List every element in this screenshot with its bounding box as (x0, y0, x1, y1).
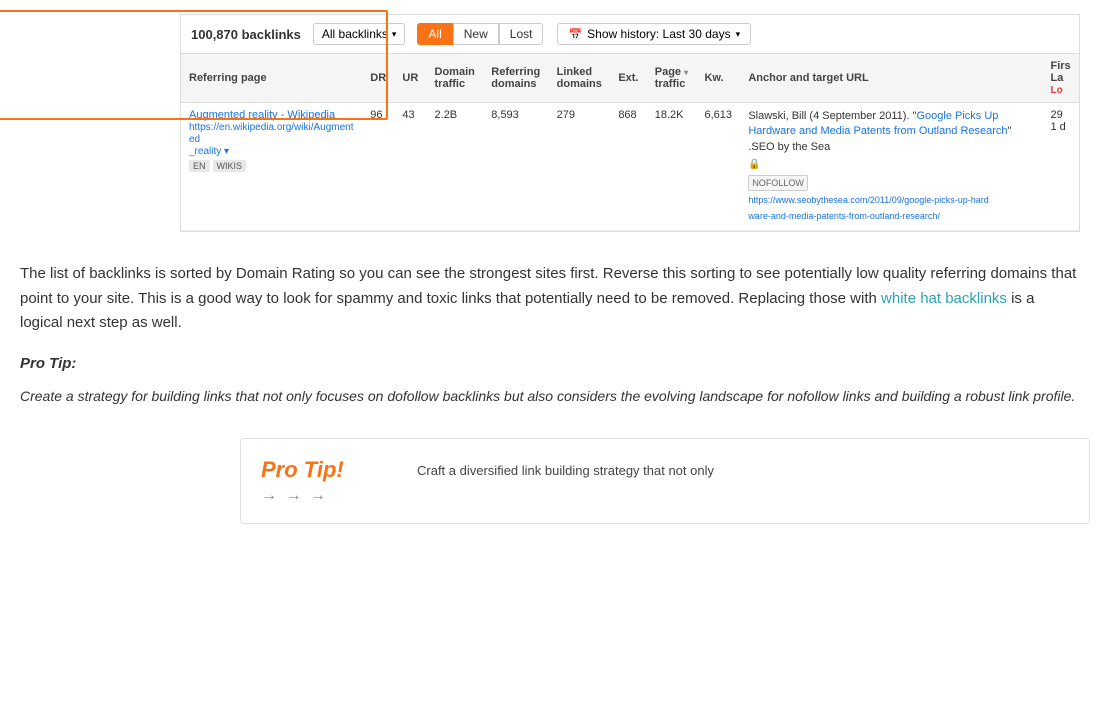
first-seen-value: 29 (1050, 109, 1071, 121)
pro-tip-card-arrows: → → → (261, 487, 401, 505)
all-backlinks-label: All backlinks (322, 27, 388, 41)
pro-tip-body: Create a strategy for building links tha… (20, 385, 1080, 408)
col-dr[interactable]: DR (362, 54, 394, 103)
col-domain-traffic[interactable]: Domaintraffic (427, 54, 484, 103)
ext-value: 868 (610, 103, 646, 231)
col-page-traffic[interactable]: Page ▾traffic (647, 54, 697, 103)
tab-all[interactable]: All (417, 23, 452, 45)
dr-value: 96 (362, 103, 394, 231)
col-first-last: FirsLaLo (1042, 54, 1079, 103)
white-hat-backlinks-link[interactable]: white hat backlinks (881, 290, 1007, 307)
page-traffic-value: 18.2K (647, 103, 697, 231)
anchor-url-link[interactable]: https://www.seobythesea.com/2011/09/goog… (748, 195, 988, 220)
pro-tip-label: Pro Tip: (20, 352, 1080, 377)
referring-domains-value: 8,593 (483, 103, 548, 231)
table-toolbar: 100,870 backlinks All backlinks ▾ All Ne… (181, 15, 1079, 54)
highlight-container: This is a good way to look for spammy an… (20, 290, 1034, 332)
backlink-count: 100,870 backlinks (191, 27, 301, 42)
anchor-cell: Slawski, Bill (4 September 2011). "Googl… (740, 103, 1042, 231)
col-kw: Kw. (696, 54, 740, 103)
col-ext: Ext. (610, 54, 646, 103)
backlinks-data-table: Referring page DR UR Domaintraffic Refer… (181, 54, 1079, 231)
chevron-down-icon: ▾ (392, 29, 397, 40)
first-last-cell: 29 1 d (1042, 103, 1079, 231)
history-label: Show history: Last 30 days (587, 27, 730, 41)
main-paragraph: The list of backlinks is sorted by Domai… (20, 262, 1080, 336)
body-text-section: The list of backlinks is sorted by Domai… (0, 232, 1100, 428)
pro-tip-card-left: Pro Tip! → → → (261, 457, 401, 505)
domain-traffic-value: 2.2B (427, 103, 484, 231)
last-seen-value: 1 d (1050, 121, 1071, 133)
referring-page-url-link[interactable]: https://en.wikipedia.org/wiki/Augmented_… (189, 122, 354, 157)
tag-en: EN (189, 160, 210, 172)
col-referring-page: Referring page (181, 54, 362, 103)
tag-group: EN WIKIS (189, 160, 354, 172)
tab-lost[interactable]: Lost (499, 23, 544, 45)
col-ur: UR (394, 54, 426, 103)
backlinks-table-section: 100,870 backlinks All backlinks ▾ All Ne… (180, 14, 1080, 232)
nofollow-badge: NOFOLLOW (748, 175, 808, 192)
history-chevron-icon: ▾ (736, 29, 741, 40)
anchor-icon: 🔒 (748, 159, 760, 170)
all-backlinks-dropdown[interactable]: All backlinks ▾ (313, 23, 406, 45)
pro-tip-card-text: Craft a diversified link building strate… (417, 457, 714, 481)
tab-new[interactable]: New (453, 23, 499, 45)
anchor-prefix-text: Slawski, Bill (4 September 2011). " (748, 110, 916, 122)
table-row: Augmented reality - Wikipedia https://en… (181, 103, 1079, 231)
col-anchor-url: Anchor and target URL (740, 54, 1042, 103)
filter-tabs: All New Lost (417, 23, 543, 45)
history-button[interactable]: 📅 Show history: Last 30 days ▾ (557, 23, 751, 45)
col-linked-domains: Linkeddomains (549, 54, 611, 103)
linked-domains-value: 279 (549, 103, 611, 231)
col-referring-domains: Referringdomains (483, 54, 548, 103)
kw-value: 6,613 (696, 103, 740, 231)
pro-tip-card-title: Pro Tip! (261, 457, 401, 483)
tag-wikis: WIKIS (213, 160, 247, 172)
table-header-row: Referring page DR UR Domaintraffic Refer… (181, 54, 1079, 103)
ur-value: 43 (394, 103, 426, 231)
pro-tip-card: Pro Tip! → → → Craft a diversified link … (240, 438, 1090, 524)
referring-page-cell: Augmented reality - Wikipedia https://en… (181, 103, 362, 231)
referring-page-title-link[interactable]: Augmented reality - Wikipedia (189, 109, 335, 121)
calendar-icon: 📅 (568, 28, 582, 41)
